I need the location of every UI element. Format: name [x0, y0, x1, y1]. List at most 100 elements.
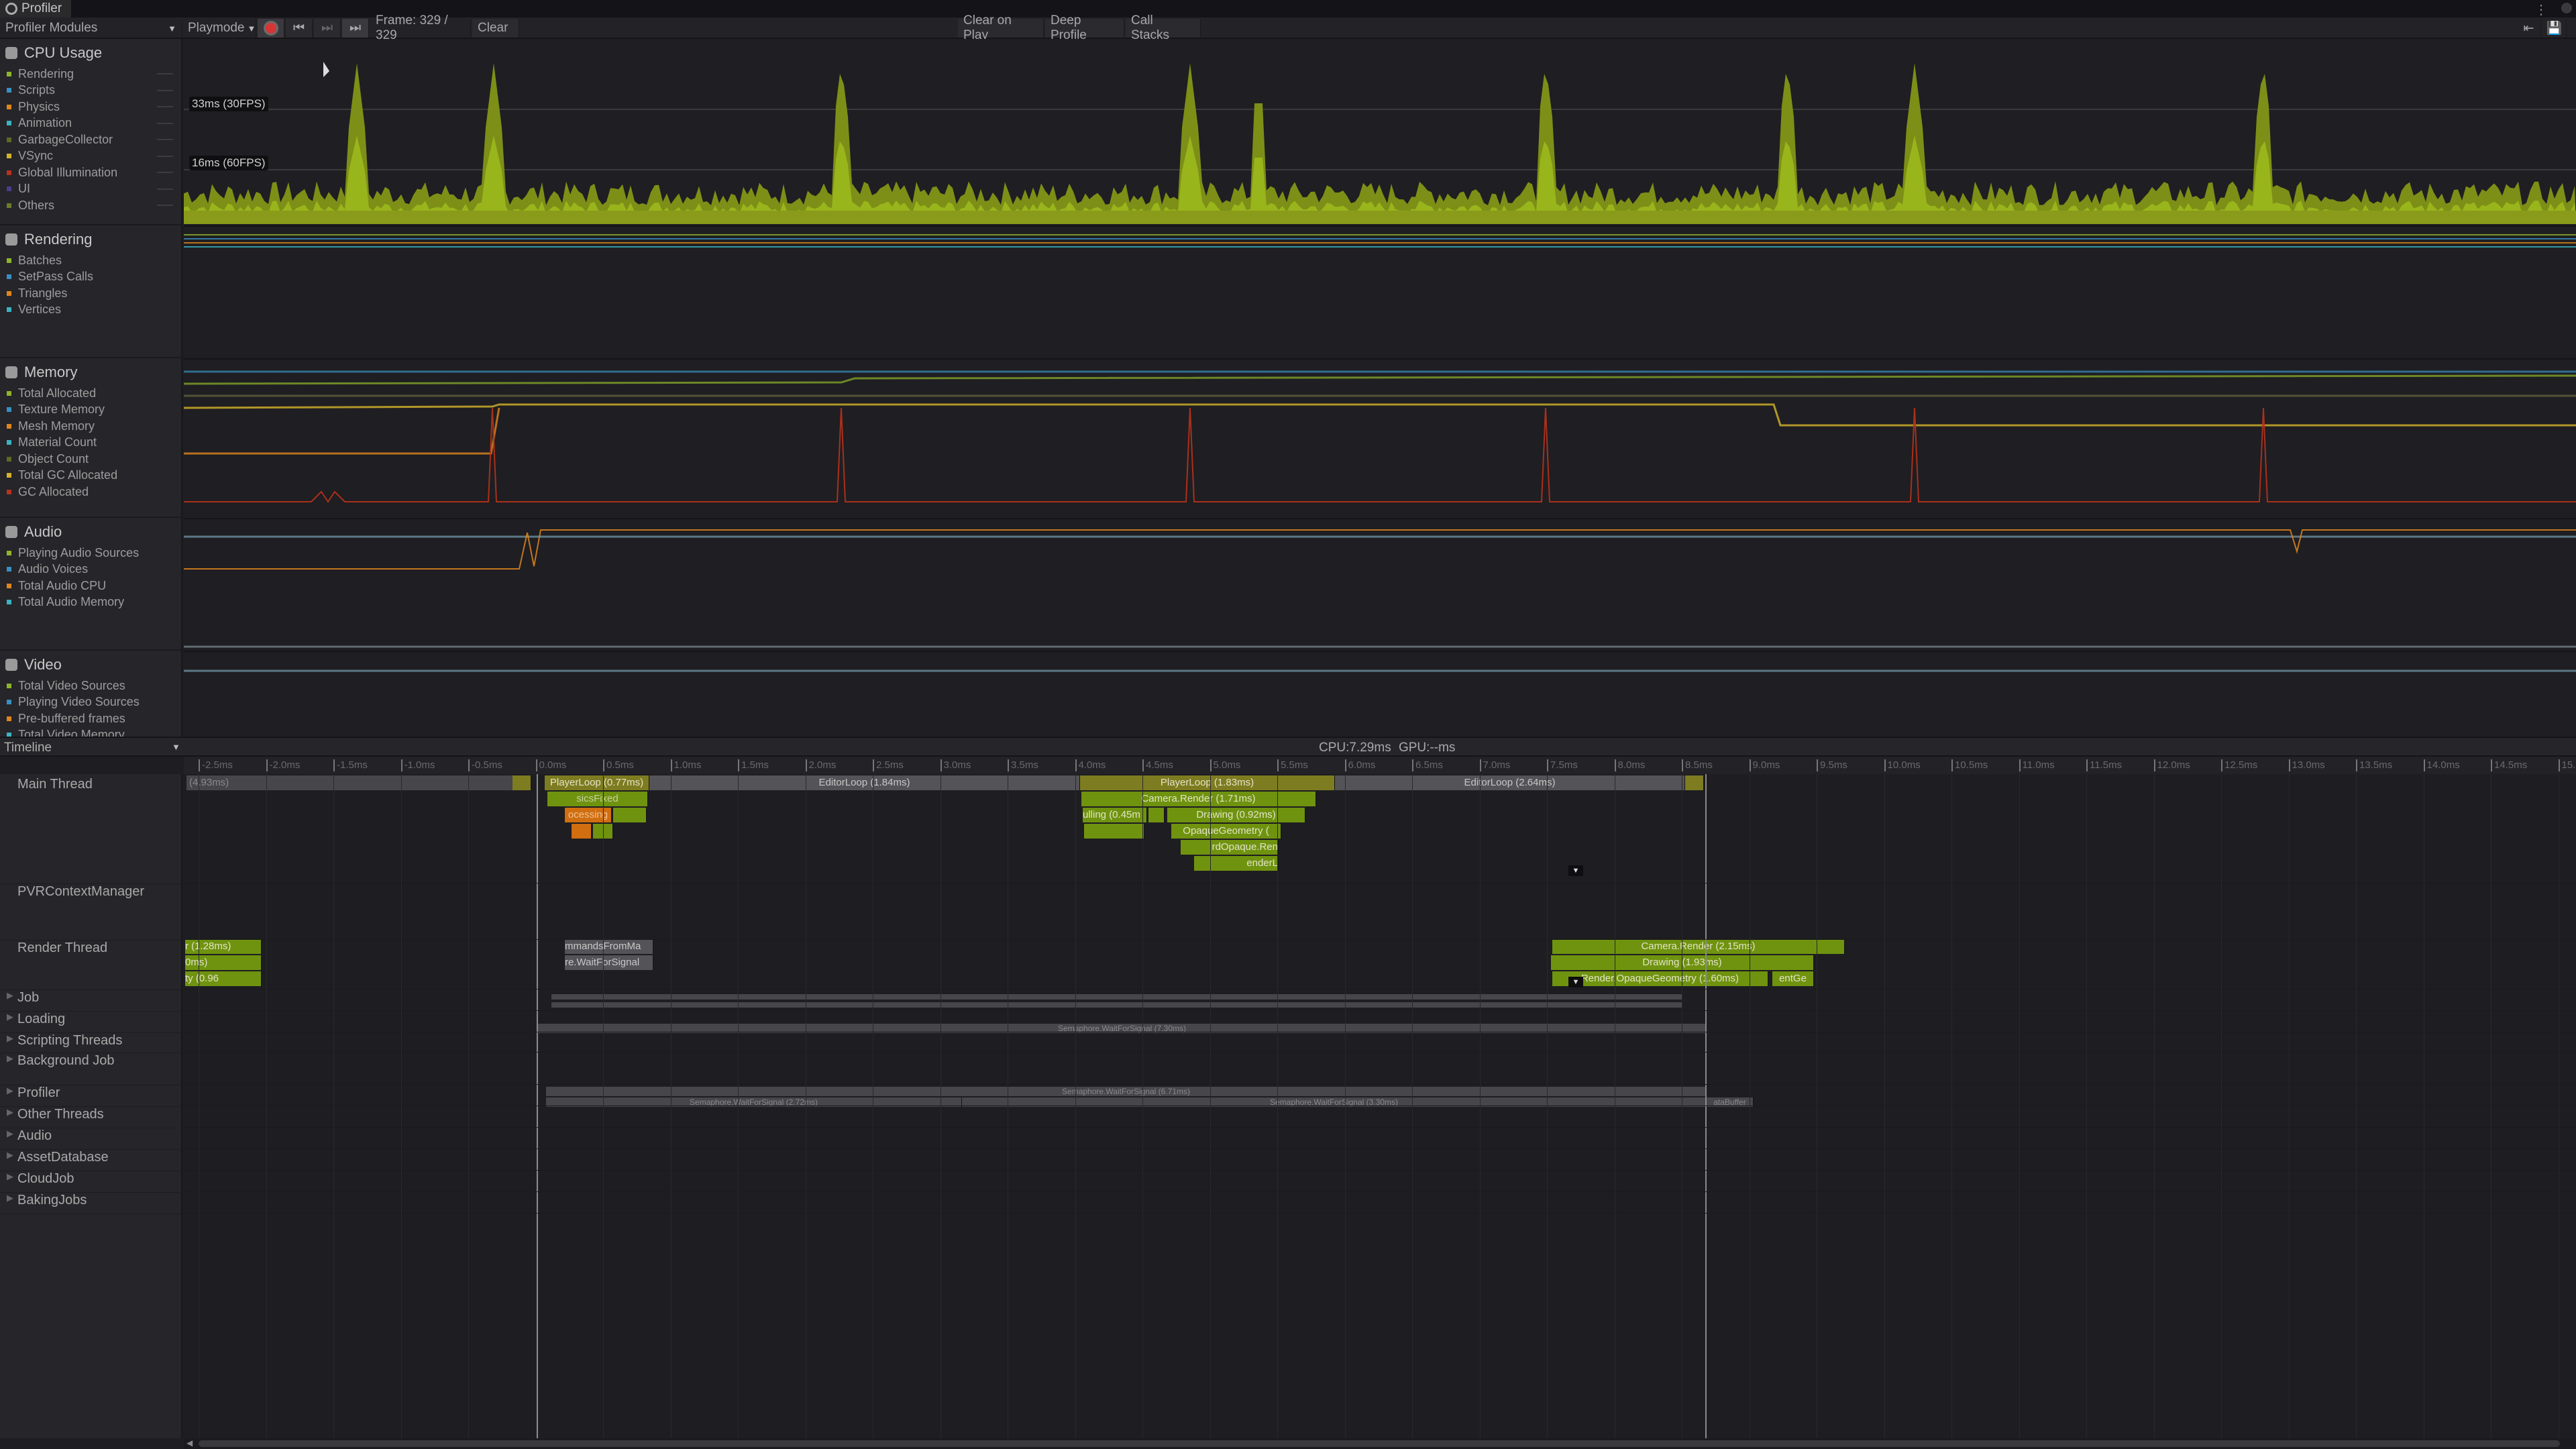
sample-forward-opaque[interactable]: rdOpaque.Ren — [1181, 840, 1279, 855]
sample-rt-drawing[interactable]: Drawing (1.93ms) — [1551, 955, 1814, 970]
legend-item[interactable]: Global Illumination — [7, 164, 177, 181]
sample-processing[interactable]: ocessing — [565, 808, 612, 822]
expand-arrow-icon[interactable]: ▶ — [7, 1193, 13, 1203]
drag-handle-icon[interactable] — [157, 106, 173, 108]
legend-item[interactable]: Animation — [7, 115, 177, 132]
thread-row[interactable]: ▶ BakingJobs — [0, 1193, 182, 1214]
thread-row[interactable]: ▶ Background Job — [0, 1053, 182, 1085]
sample-editor-loop[interactable]: EditorLoop (1.84ms) — [649, 775, 1080, 790]
sample-render-loop[interactable]: enderL — [1194, 856, 1279, 871]
sample-opaque-geometry[interactable]: OpaqueGeometry ( — [1171, 824, 1281, 839]
expand-arrow-icon[interactable]: ▶ — [7, 990, 13, 1001]
module-title[interactable]: Audio — [5, 523, 62, 541]
sample-block[interactable] — [513, 775, 531, 790]
sample-block[interactable] — [1685, 775, 1704, 790]
sample-culling[interactable]: ulling (0.45m — [1083, 808, 1147, 822]
legend-item[interactable]: GC Allocated — [7, 484, 117, 500]
expand-thread-icon[interactable]: ▼ — [1568, 865, 1583, 876]
view-mode-dropdown[interactable]: Timeline — [4, 741, 52, 755]
legend-item[interactable]: Material Count — [7, 435, 117, 451]
legend-item[interactable]: Pre-buffered frames — [7, 710, 140, 727]
drag-handle-icon[interactable] — [157, 122, 173, 124]
legend-item[interactable]: Total Video Sources — [7, 678, 140, 694]
sample-block[interactable] — [613, 808, 647, 822]
sample-wait-signal[interactable]: re.WaitForSignal — [565, 955, 653, 970]
load-button[interactable]: ⇤ — [2517, 19, 2541, 38]
expand-arrow-icon[interactable]: ▶ — [7, 1171, 13, 1182]
sample-render-prev[interactable]: ty (0.96 — [185, 971, 262, 986]
expand-arrow-icon[interactable]: ▶ — [7, 1128, 13, 1139]
legend-item[interactable]: Vertices — [7, 302, 93, 319]
drag-handle-icon[interactable] — [157, 172, 173, 174]
expand-arrow-icon[interactable]: ▶ — [7, 1012, 13, 1022]
thread-row[interactable]: Main Thread — [0, 777, 182, 884]
drag-handle-icon[interactable] — [157, 89, 173, 91]
sample-job[interactable] — [551, 1002, 1682, 1008]
legend-item[interactable]: Object Count — [7, 451, 117, 468]
legend-item[interactable]: SetPass Calls — [7, 269, 93, 286]
sample-player-loop[interactable]: PlayerLoop (1.83ms) — [1080, 775, 1335, 790]
timeline-tracks[interactable]: (4.93ms) PlayerLoop (0.77ms) EditorLoop … — [184, 774, 2576, 1438]
legend-item[interactable]: Others — [7, 197, 177, 214]
more-options-icon[interactable]: ⋮ — [2534, 1, 2548, 18]
module-cpu-usage[interactable]: CPU Usage Rendering Scripts Physics Animatio… — [0, 39, 182, 225]
sample-editor-loop[interactable]: EditorLoop (2.64ms) — [1335, 775, 1685, 790]
sample-camera-render[interactable]: Camera.Render (1.71ms) — [1081, 792, 1316, 806]
sample-commands[interactable]: mmandsFromMa — [565, 939, 653, 954]
last-frame-button[interactable]: ⏭ — [342, 19, 369, 38]
thread-row[interactable]: Render Thread — [0, 941, 182, 990]
expand-arrow-icon[interactable]: ▶ — [7, 1107, 13, 1118]
legend-item[interactable]: Audio Voices — [7, 561, 139, 578]
thread-row[interactable]: ▶ Job — [0, 990, 182, 1012]
legend-item[interactable]: Total Allocated — [7, 385, 117, 402]
first-frame-button[interactable]: ⏮ — [286, 19, 313, 38]
legend-item[interactable]: Rendering — [7, 66, 177, 83]
expand-thread-icon[interactable]: ▼ — [1568, 977, 1583, 987]
sample-block[interactable] — [1148, 808, 1165, 822]
legend-item[interactable]: Total Audio CPU — [7, 578, 139, 594]
thread-row[interactable]: ▶ AssetDatabase — [0, 1150, 182, 1171]
legend-item[interactable]: Mesh Memory — [7, 418, 117, 435]
legend-item[interactable]: Physics — [7, 99, 177, 115]
expand-arrow-icon[interactable]: ▶ — [7, 1033, 13, 1044]
deep-profile-toggle[interactable]: Deep Profile — [1045, 13, 1124, 42]
module-title[interactable]: CPU Usage — [5, 44, 102, 62]
thread-row[interactable]: ▶ Loading — [0, 1012, 182, 1033]
module-title[interactable]: Rendering — [5, 231, 93, 248]
save-button[interactable]: 💾 — [2542, 19, 2567, 38]
legend-item[interactable]: Playing Video Sources — [7, 694, 140, 711]
sample-rt-camera-render[interactable]: Camera.Render (2.15ms) — [1552, 939, 1845, 954]
sample-profiler-wait[interactable]: Semaphore.WaitForSignal (6.71ms) — [546, 1087, 1707, 1096]
next-frame-button[interactable]: ⏭ — [314, 19, 341, 38]
legend-item[interactable]: UI — [7, 181, 177, 198]
legend-item[interactable]: Total Audio Memory — [7, 594, 139, 611]
module-memory[interactable]: Memory Total Allocated Texture Memory Mesh … — [0, 358, 182, 518]
expand-arrow-icon[interactable]: ▶ — [7, 1085, 13, 1096]
window-button[interactable] — [2561, 3, 2572, 13]
sample-job[interactable] — [551, 994, 1682, 1000]
sample-rt-small[interactable]: entGe — [1772, 971, 1814, 986]
call-stacks-toggle[interactable]: Call Stacks — [1126, 13, 1201, 42]
legend-item[interactable]: VSync — [7, 148, 177, 165]
module-rendering[interactable]: Rendering Batches SetPass Calls Triangles Ve… — [0, 225, 182, 358]
module-title[interactable]: Memory — [5, 364, 77, 381]
sample-rt-opaque-geometry[interactable]: Render.OpaqueGeometry (1.60ms) — [1552, 971, 1768, 986]
thread-row[interactable]: PVRContextManager — [0, 884, 182, 941]
module-video[interactable]: Video Total Video Sources Playing Video So… — [0, 651, 182, 743]
time-ruler[interactable]: -2.5ms -2.0ms -1.5ms -1.0ms -0.5ms 0.0ms 0.5ms… — [184, 757, 2576, 774]
thread-row[interactable]: ▶ Scripting Threads — [0, 1033, 182, 1053]
thread-row[interactable]: ▶ Profiler — [0, 1085, 182, 1107]
profiler-tab[interactable]: Profiler — [0, 0, 72, 17]
sample-render-prev[interactable]: 0ms) — [185, 955, 262, 970]
drag-handle-icon[interactable] — [157, 205, 173, 207]
legend-item[interactable]: Batches — [7, 252, 93, 269]
sample-drawing[interactable]: Drawing (0.92ms) — [1167, 808, 1305, 822]
legend-item[interactable]: Scripts — [7, 83, 177, 99]
thread-row[interactable]: ▶ CloudJob — [0, 1171, 182, 1193]
legend-item[interactable]: GarbageCollector — [7, 131, 177, 148]
drag-handle-icon[interactable] — [157, 188, 173, 190]
drag-handle-icon[interactable] — [157, 139, 173, 141]
sample-block[interactable] — [572, 824, 592, 839]
sample-prev-frame[interactable]: (4.93ms) — [186, 775, 521, 790]
module-title[interactable]: Video — [5, 656, 62, 674]
